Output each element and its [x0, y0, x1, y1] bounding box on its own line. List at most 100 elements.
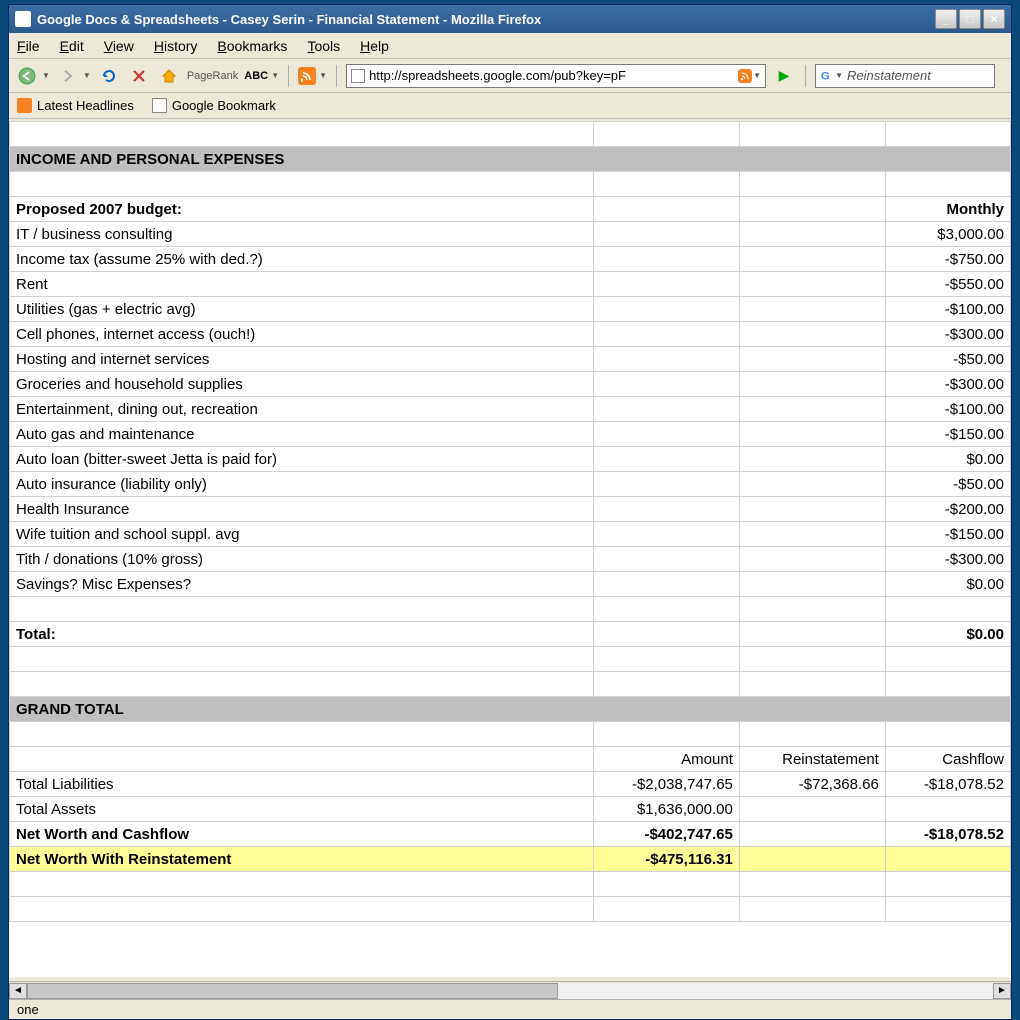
stop-button[interactable]: [127, 64, 151, 88]
page-icon: [152, 98, 167, 113]
col-header-amount[interactable]: Amount: [593, 747, 739, 772]
budget-item-label[interactable]: Auto insurance (liability only): [10, 472, 594, 497]
table-row[interactable]: Entertainment, dining out, recreation -$1…: [10, 397, 1011, 422]
budget-item-label[interactable]: Health Insurance: [10, 497, 594, 522]
table-row[interactable]: Utilities (gas + electric avg) -$100.00: [10, 297, 1011, 322]
table-row[interactable]: Auto loan (bitter-sweet Jetta is paid fo…: [10, 447, 1011, 472]
budget-item-label[interactable]: Rent: [10, 272, 594, 297]
table-row[interactable]: Health Insurance -$200.00: [10, 497, 1011, 522]
budget-item-value[interactable]: -$150.00: [885, 522, 1010, 547]
spreadsheet-viewport[interactable]: INCOME AND PERSONAL EXPENSES Proposed 20…: [9, 121, 1011, 977]
home-button[interactable]: [157, 64, 181, 88]
budget-item-label[interactable]: Entertainment, dining out, recreation: [10, 397, 594, 422]
bookmark-google[interactable]: Google Bookmark: [152, 98, 276, 113]
section-header-grandtotal: GRAND TOTAL: [10, 697, 1011, 722]
budget-item-value[interactable]: $0.00: [885, 572, 1010, 597]
table-row[interactable]: Rent -$550.00: [10, 272, 1011, 297]
budget-item-value[interactable]: -$300.00: [885, 322, 1010, 347]
search-box[interactable]: G ▼ Reinstatement: [815, 64, 995, 88]
col-header-cashflow[interactable]: Cashflow: [885, 747, 1010, 772]
budget-item-label[interactable]: Wife tuition and school suppl. avg: [10, 522, 594, 547]
back-dropdown-icon[interactable]: ▼: [42, 71, 50, 80]
budget-item-label[interactable]: Utilities (gas + electric avg): [10, 297, 594, 322]
menu-edit[interactable]: Edit: [60, 38, 84, 54]
bookmark-headlines[interactable]: Latest Headlines: [17, 98, 134, 113]
window-title: Google Docs & Spreadsheets - Casey Serin…: [37, 12, 541, 27]
scroll-thumb[interactable]: [27, 983, 558, 999]
col-header-reinstatement[interactable]: Reinstatement: [739, 747, 885, 772]
bookmarks-bar: Latest Headlines Google Bookmark: [9, 93, 1011, 119]
menu-bar: File Edit View History Bookmarks Tools H…: [9, 33, 1011, 59]
budget-item-label[interactable]: Tith / donations (10% gross): [10, 547, 594, 572]
budget-item-value[interactable]: -$50.00: [885, 347, 1010, 372]
budget-item-value[interactable]: -$550.00: [885, 272, 1010, 297]
budget-item-value[interactable]: -$750.00: [885, 247, 1010, 272]
feed-icon[interactable]: [738, 69, 752, 83]
budget-item-label[interactable]: Cell phones, internet access (ouch!): [10, 322, 594, 347]
budget-item-value[interactable]: -$200.00: [885, 497, 1010, 522]
table-row[interactable]: IT / business consulting $3,000.00: [10, 222, 1011, 247]
scroll-left-button[interactable]: ◄: [9, 983, 27, 999]
status-text: one: [17, 1002, 39, 1017]
menu-history[interactable]: History: [154, 38, 198, 54]
horizontal-scrollbar[interactable]: ◄ ►: [9, 981, 1011, 999]
budget-label[interactable]: Proposed 2007 budget:: [10, 197, 594, 222]
app-icon: [15, 11, 31, 27]
scroll-track[interactable]: [27, 983, 993, 999]
table-row[interactable]: Auto gas and maintenance -$150.00: [10, 422, 1011, 447]
monthly-header[interactable]: Monthly: [885, 197, 1010, 222]
search-engine-dropdown-icon[interactable]: ▼: [835, 71, 843, 80]
menu-bookmarks[interactable]: Bookmarks: [217, 38, 287, 54]
toolbar-separator: [288, 65, 289, 87]
networth-row: Net Worth and Cashflow -$402,747.65 -$18…: [10, 822, 1011, 847]
table-row[interactable]: Groceries and household supplies -$300.00: [10, 372, 1011, 397]
budget-item-label[interactable]: IT / business consulting: [10, 222, 594, 247]
budget-item-value[interactable]: -$50.00: [885, 472, 1010, 497]
budget-item-label[interactable]: Auto loan (bitter-sweet Jetta is paid fo…: [10, 447, 594, 472]
abc-dropdown-icon[interactable]: ▼: [271, 71, 279, 80]
table-row[interactable]: Tith / donations (10% gross) -$300.00: [10, 547, 1011, 572]
table-row[interactable]: Hosting and internet services -$50.00: [10, 347, 1011, 372]
table-row: Total Assets $1,636,000.00: [10, 797, 1011, 822]
go-button[interactable]: ▶: [772, 64, 796, 88]
minimize-button[interactable]: _: [935, 9, 957, 29]
menu-file[interactable]: File: [17, 38, 40, 54]
url-bar[interactable]: http://spreadsheets.google.com/pub?key=p…: [346, 64, 766, 88]
table-row[interactable]: Auto insurance (liability only) -$50.00: [10, 472, 1011, 497]
budget-item-label[interactable]: Hosting and internet services: [10, 347, 594, 372]
budget-item-label[interactable]: Groceries and household supplies: [10, 372, 594, 397]
total-label[interactable]: Total:: [10, 622, 594, 647]
budget-item-value[interactable]: -$100.00: [885, 297, 1010, 322]
budget-item-value[interactable]: $0.00: [885, 447, 1010, 472]
url-dropdown-icon[interactable]: ▼: [753, 71, 761, 80]
back-button[interactable]: [15, 64, 39, 88]
menu-tools[interactable]: Tools: [307, 38, 340, 54]
scroll-right-button[interactable]: ►: [993, 983, 1011, 999]
budget-item-value[interactable]: -$150.00: [885, 422, 1010, 447]
table-row[interactable]: Cell phones, internet access (ouch!) -$30…: [10, 322, 1011, 347]
budget-item-value[interactable]: -$300.00: [885, 547, 1010, 572]
forward-dropdown-icon[interactable]: ▼: [83, 71, 91, 80]
budget-item-value[interactable]: $3,000.00: [885, 222, 1010, 247]
reload-button[interactable]: [97, 64, 121, 88]
forward-button[interactable]: [56, 64, 80, 88]
maximize-button[interactable]: □: [959, 9, 981, 29]
rss-icon[interactable]: [298, 67, 316, 85]
spreadsheet-grid[interactable]: INCOME AND PERSONAL EXPENSES Proposed 20…: [9, 121, 1011, 922]
table-row[interactable]: Income tax (assume 25% with ded.?) -$750.…: [10, 247, 1011, 272]
budget-item-value[interactable]: -$300.00: [885, 372, 1010, 397]
menu-view[interactable]: View: [104, 38, 134, 54]
budget-item-label[interactable]: Auto gas and maintenance: [10, 422, 594, 447]
menu-help[interactable]: Help: [360, 38, 389, 54]
total-value[interactable]: $0.00: [885, 622, 1010, 647]
budget-item-label[interactable]: Income tax (assume 25% with ded.?): [10, 247, 594, 272]
rss-dropdown-icon[interactable]: ▼: [319, 71, 327, 80]
table-row[interactable]: Savings? Misc Expenses? $0.00: [10, 572, 1011, 597]
toolbar-separator: [805, 65, 806, 87]
close-button[interactable]: ×: [983, 9, 1005, 29]
table-row[interactable]: Wife tuition and school suppl. avg -$150.…: [10, 522, 1011, 547]
budget-item-label[interactable]: Savings? Misc Expenses?: [10, 572, 594, 597]
page-icon: [351, 69, 365, 83]
spellcheck-button[interactable]: ABC: [244, 64, 268, 88]
budget-item-value[interactable]: -$100.00: [885, 397, 1010, 422]
